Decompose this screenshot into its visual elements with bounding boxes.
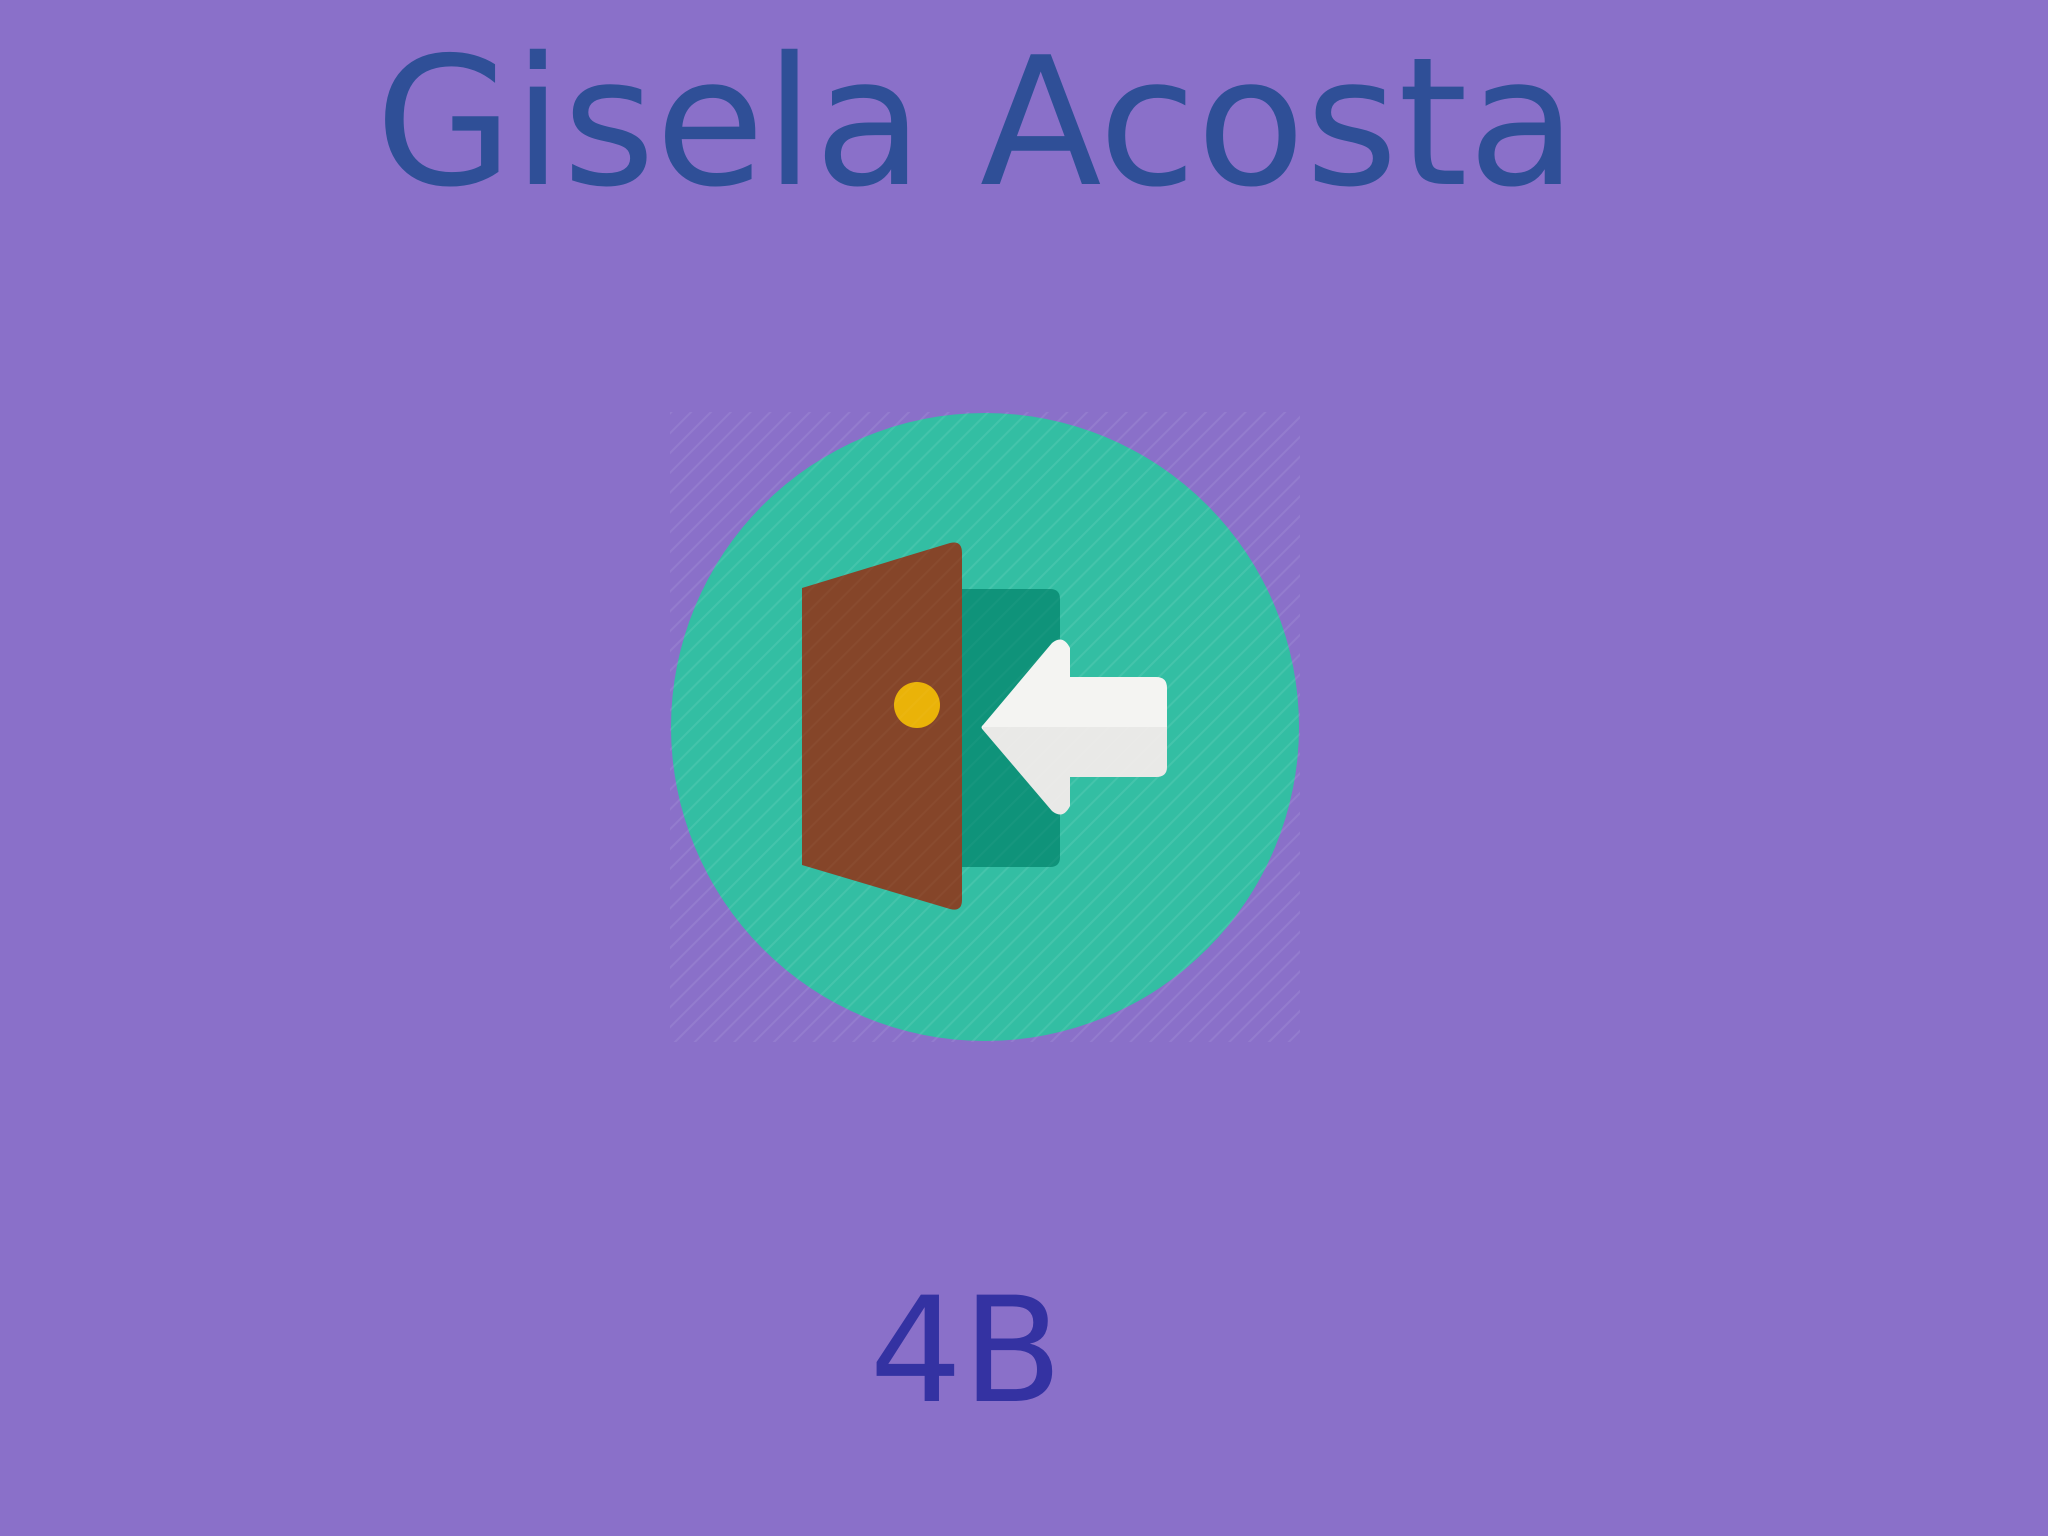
user-name: Gisela Acosta [375,19,1577,226]
enter-button[interactable] [670,412,1300,1042]
room-label: 4B [869,1266,1063,1436]
login-screen: Gisela Acosta 4B [0,0,2048,1536]
enter-door-icon [670,412,1300,1042]
